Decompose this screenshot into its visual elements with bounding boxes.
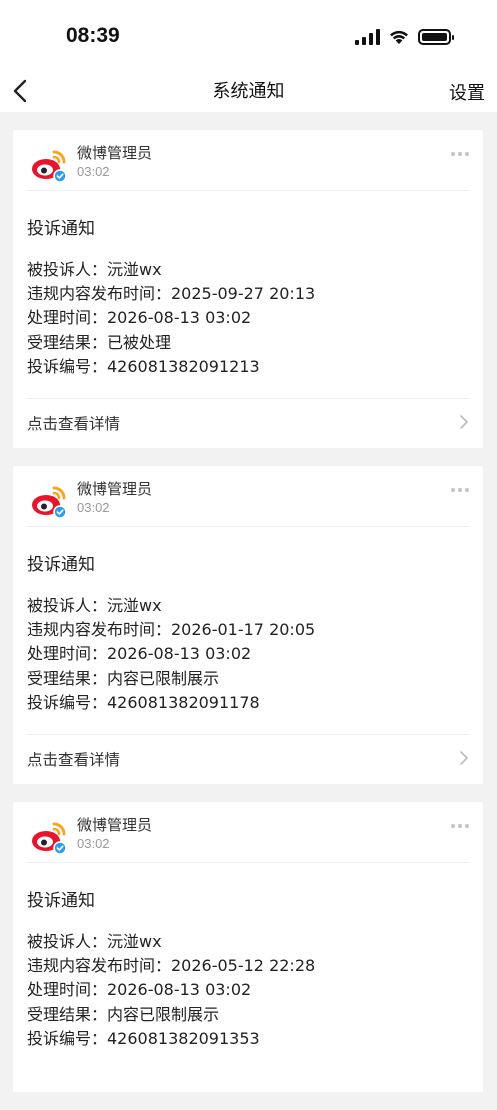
complainee-line: 被投诉人：沅湴wx — [27, 596, 162, 615]
complainee-line: 被投诉人：沅湴wx — [27, 260, 162, 279]
more-dots-icon[interactable] — [451, 488, 469, 492]
weibo-logo-icon[interactable] — [30, 820, 70, 854]
divider — [27, 862, 469, 863]
notification-details: 被投诉人：沅湴wx 违规内容发布时间：2026-01-17 20:05 处理时间… — [27, 594, 315, 715]
status-bar: 08:39 — [0, 0, 497, 72]
page-title: 系统通知 — [212, 81, 285, 102]
view-details-label: 点击查看详情 — [27, 415, 121, 433]
verified-badge-icon — [53, 841, 67, 854]
settings-button[interactable]: 设置 — [449, 79, 485, 105]
view-details-link[interactable]: 点击查看详情 — [13, 734, 483, 784]
status-icons — [355, 27, 454, 45]
process-time-line: 处理时间：2026-08-13 03:02 — [27, 644, 252, 664]
sender-name[interactable]: 微博管理员 — [77, 142, 152, 163]
complainee-line: 被投诉人：沅湴wx — [27, 932, 162, 951]
result-line: 受理结果：已被处理 — [27, 332, 172, 352]
complaint-id-line: 投诉编号：426081382091178 — [27, 692, 260, 712]
cellular-signal-icon — [355, 29, 380, 45]
wifi-icon — [390, 30, 408, 44]
publish-time-line: 违规内容发布时间：2025-09-27 20:13 — [27, 284, 316, 304]
notification-card: 微博管理员 03:02 投诉通知 被投诉人：沅湴wx 违规内容发布时间：2026… — [13, 802, 483, 1092]
notification-details: 被投诉人：沅湴wx 违规内容发布时间：2026-05-12 22:28 处理时间… — [27, 930, 315, 1051]
publish-time-line: 违规内容发布时间：2026-05-12 22:28 — [27, 956, 316, 976]
battery-icon — [418, 29, 454, 45]
notification-card: 微博管理员 03:02 投诉通知 被投诉人：沅湴wx 违规内容发布时间：2026… — [13, 466, 483, 784]
weibo-logo-icon[interactable] — [30, 148, 70, 182]
complaint-id-line: 投诉编号：426081382091213 — [27, 356, 260, 376]
card-header: 微博管理员 03:02 — [13, 802, 483, 862]
card-header: 微博管理员 03:02 — [13, 130, 483, 190]
view-details-link[interactable]: 点击查看详情 — [13, 398, 483, 448]
divider — [27, 190, 469, 191]
notification-list: 微博管理员 03:02 投诉通知 被投诉人：沅湴wx 违规内容发布时间：2025… — [13, 130, 483, 1110]
result-line: 受理结果：内容已限制展示 — [27, 1004, 220, 1024]
sender-name[interactable]: 微博管理员 — [77, 478, 152, 499]
message-time: 03:02 — [77, 164, 110, 179]
notification-title: 投诉通知 — [27, 891, 95, 911]
chevron-right-icon — [460, 751, 468, 765]
process-time-line: 处理时间：2026-08-13 03:02 — [27, 308, 252, 328]
message-time: 03:02 — [77, 836, 110, 851]
notification-title: 投诉通知 — [27, 555, 95, 575]
complaint-id-line: 投诉编号：426081382091353 — [27, 1028, 260, 1048]
notification-card: 微博管理员 03:02 投诉通知 被投诉人：沅湴wx 违规内容发布时间：2025… — [13, 130, 483, 448]
chevron-right-icon — [460, 415, 468, 429]
card-header: 微博管理员 03:02 — [13, 466, 483, 526]
message-time: 03:02 — [77, 500, 110, 515]
weibo-logo-icon[interactable] — [30, 484, 70, 518]
process-time-line: 处理时间：2026-08-13 03:02 — [27, 980, 252, 1000]
more-dots-icon[interactable] — [451, 152, 469, 156]
status-time: 08:39 — [66, 24, 120, 47]
verified-badge-icon — [53, 169, 67, 182]
notification-title: 投诉通知 — [27, 219, 95, 239]
verified-badge-icon — [53, 505, 67, 518]
more-dots-icon[interactable] — [451, 824, 469, 828]
divider — [27, 526, 469, 527]
publish-time-line: 违规内容发布时间：2026-01-17 20:05 — [27, 620, 316, 640]
sender-name[interactable]: 微博管理员 — [77, 814, 152, 835]
view-details-label: 点击查看详情 — [27, 751, 121, 769]
notification-details: 被投诉人：沅湴wx 违规内容发布时间：2025-09-27 20:13 处理时间… — [27, 258, 315, 379]
nav-bar: 系统通知 设置 — [0, 72, 497, 112]
result-line: 受理结果：内容已限制展示 — [27, 668, 220, 688]
